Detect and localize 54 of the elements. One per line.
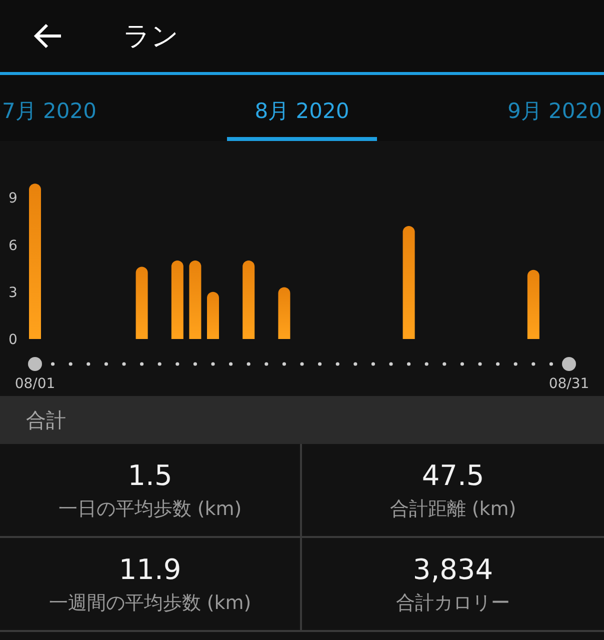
stat-value: 11.9 <box>118 552 182 586</box>
timeline-dot <box>496 362 500 366</box>
screen-title: ラン <box>123 20 179 54</box>
timeline-dot <box>424 362 428 366</box>
timeline-dot <box>532 362 536 366</box>
distance-bar <box>527 270 540 339</box>
x-axis-label: 08/01 <box>14 376 56 392</box>
timeline-dot <box>442 362 446 366</box>
timeline-dot <box>354 362 358 366</box>
stat-label: 合計距離 (km) <box>390 496 516 522</box>
timeline-handle[interactable] <box>28 357 42 371</box>
timeline-dot <box>514 362 518 366</box>
timeline-dot <box>264 362 268 366</box>
stat-label: 一日の平均歩数 (km) <box>58 496 242 522</box>
timeline-dot <box>158 362 162 366</box>
timeline-dot <box>176 362 180 366</box>
y-axis-label: 0 <box>8 332 18 348</box>
stat-label: 一週間の平均歩数 (km) <box>48 590 252 616</box>
timeline-handle[interactable] <box>562 357 576 371</box>
x-axis-label: 08/31 <box>548 376 590 392</box>
distance-bar <box>278 287 290 339</box>
timeline-dot <box>371 362 375 366</box>
timeline-dot <box>246 362 250 366</box>
timeline-dot <box>549 362 553 366</box>
timeline-dot <box>51 362 55 366</box>
timeline-dot <box>336 362 340 366</box>
timeline-dot <box>478 362 482 366</box>
timeline-dot <box>211 362 215 366</box>
timeline-dot <box>86 362 90 366</box>
timeline-dot <box>104 362 108 366</box>
section-title: 合計 <box>26 406 66 434</box>
timeline-dot <box>318 362 322 366</box>
timeline-dot <box>122 362 126 366</box>
stat-label: 合計カロリー <box>396 590 510 616</box>
y-axis-label: 3 <box>8 284 18 301</box>
timeline-dot <box>229 362 233 366</box>
timeline-dot <box>300 362 304 366</box>
month-tab[interactable]: 8月 2020 <box>226 75 378 141</box>
month-tab[interactable]: 7月 2020 <box>0 75 98 141</box>
y-axis-label: 6 <box>8 238 18 254</box>
timeline-dot <box>193 362 197 366</box>
timeline-dot <box>460 362 464 366</box>
stat-value: 47.5 <box>422 458 484 492</box>
month-tab[interactable]: 9月 2020 <box>506 75 604 141</box>
back-icon[interactable] <box>33 23 63 49</box>
timeline-dot <box>389 362 393 366</box>
timeline-dot <box>407 362 411 366</box>
stat-value: 3,834 <box>412 552 494 586</box>
y-axis-label: 9 <box>8 190 18 207</box>
distance-bar <box>207 292 219 339</box>
timeline-dot <box>140 362 144 366</box>
timeline-dot <box>68 362 72 366</box>
stat-value: 1.5 <box>128 458 172 492</box>
timeline-dot <box>282 362 286 366</box>
